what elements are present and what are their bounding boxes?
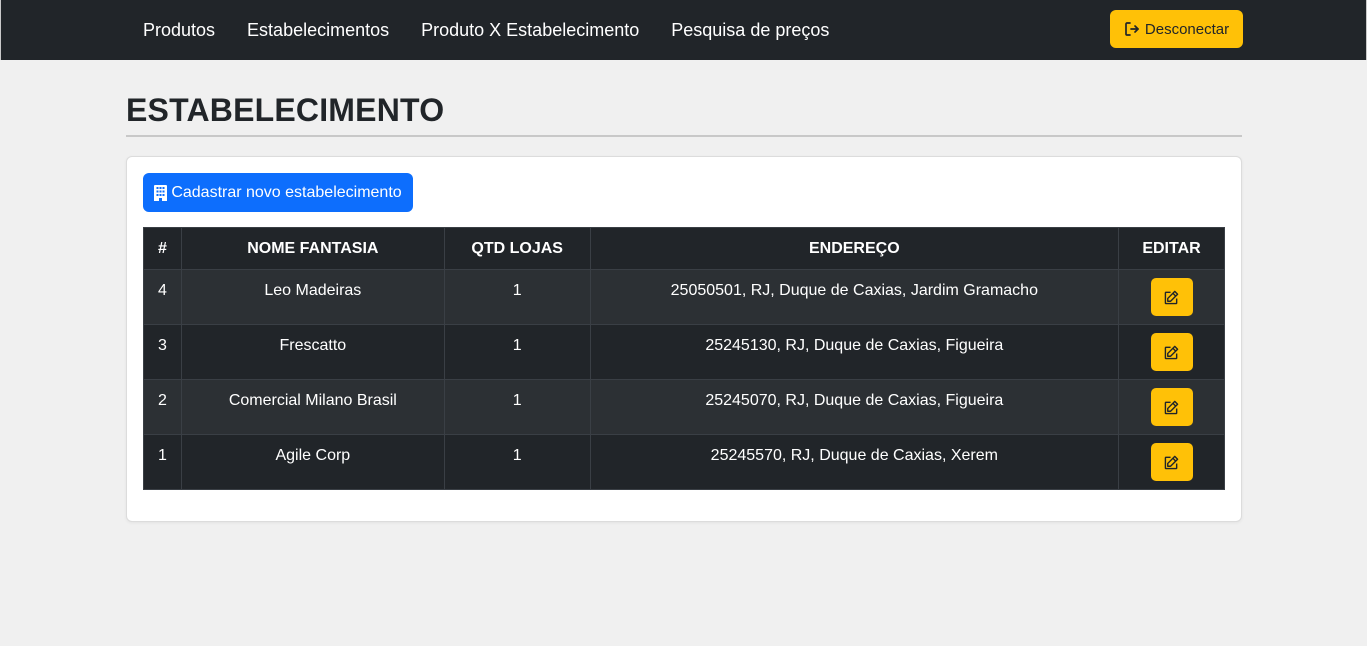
table-row: 4 Leo Madeiras 1 25050501, RJ, Duque de … bbox=[143, 269, 1225, 325]
nav-item-produto-x-estabelecimento[interactable]: Produto X Estabelecimento bbox=[405, 20, 655, 41]
column-header-address: ENDEREÇO bbox=[589, 227, 1120, 270]
top-navbar: Produtos Estabelecimentos Produto X Esta… bbox=[0, 0, 1367, 60]
sign-out-icon bbox=[1124, 21, 1140, 37]
cell-address: 25245070, RJ, Duque de Caxias, Figueira bbox=[589, 379, 1120, 435]
cell-edit bbox=[1118, 269, 1225, 325]
cell-id: 3 bbox=[143, 324, 182, 380]
nav-item-pesquisa-de-precos[interactable]: Pesquisa de preços bbox=[655, 20, 845, 41]
edit-icon bbox=[1164, 290, 1179, 305]
cell-id: 1 bbox=[143, 434, 182, 490]
edit-button[interactable] bbox=[1150, 443, 1193, 481]
add-establishment-label: Cadastrar novo estabelecimento bbox=[171, 183, 402, 201]
cell-edit bbox=[1118, 379, 1225, 435]
cell-stores: 1 bbox=[443, 324, 591, 380]
edit-icon bbox=[1164, 455, 1179, 470]
add-establishment-button[interactable]: Cadastrar novo estabelecimento bbox=[143, 173, 413, 212]
logout-label: Desconectar bbox=[1144, 20, 1230, 38]
cell-name: Frescatto bbox=[180, 324, 445, 380]
table-row: 1 Agile Corp 1 25245570, RJ, Duque de Ca… bbox=[143, 434, 1225, 490]
cell-name: Comercial Milano Brasil bbox=[180, 379, 445, 435]
nav-item-estabelecimentos[interactable]: Estabelecimentos bbox=[231, 20, 405, 41]
table-header-row: # NOME FANTASIA QTD LOJAS ENDEREÇO EDITA… bbox=[143, 227, 1225, 270]
cell-name: Leo Madeiras bbox=[180, 269, 445, 325]
cell-address: 25245570, RJ, Duque de Caxias, Xerem bbox=[589, 434, 1120, 490]
cell-edit bbox=[1118, 324, 1225, 380]
establishments-card: Cadastrar novo estabelecimento # NOME FA… bbox=[126, 156, 1242, 522]
edit-button[interactable] bbox=[1150, 333, 1193, 371]
column-header-edit: EDITAR bbox=[1118, 227, 1225, 270]
table-row: 3 Frescatto 1 25245130, RJ, Duque de Cax… bbox=[143, 324, 1225, 380]
edit-icon bbox=[1164, 345, 1179, 360]
edit-icon bbox=[1164, 400, 1179, 415]
edit-button[interactable] bbox=[1150, 388, 1193, 426]
edit-button[interactable] bbox=[1150, 278, 1193, 316]
cell-id: 4 bbox=[143, 269, 182, 325]
cell-address: 25050501, RJ, Duque de Caxias, Jardim Gr… bbox=[589, 269, 1120, 325]
establishments-table: # NOME FANTASIA QTD LOJAS ENDEREÇO EDITA… bbox=[143, 227, 1225, 490]
cell-name: Agile Corp bbox=[180, 434, 445, 490]
cell-edit bbox=[1118, 434, 1225, 490]
nav-item-produtos[interactable]: Produtos bbox=[127, 20, 231, 41]
logout-button[interactable]: Desconectar bbox=[1110, 10, 1243, 48]
cell-id: 2 bbox=[143, 379, 182, 435]
building-icon bbox=[154, 184, 168, 201]
column-header-id: # bbox=[143, 227, 182, 270]
cell-address: 25245130, RJ, Duque de Caxias, Figueira bbox=[589, 324, 1120, 380]
table-row: 2 Comercial Milano Brasil 1 25245070, RJ… bbox=[143, 379, 1225, 435]
column-header-name: NOME FANTASIA bbox=[180, 227, 445, 270]
cell-stores: 1 bbox=[443, 269, 591, 325]
column-header-stores: QTD LOJAS bbox=[443, 227, 591, 270]
nav-links: Produtos Estabelecimentos Produto X Esta… bbox=[127, 0, 845, 60]
cell-stores: 1 bbox=[443, 379, 591, 435]
page-title: ESTABELECIMENTO bbox=[126, 92, 1242, 137]
cell-stores: 1 bbox=[443, 434, 591, 490]
